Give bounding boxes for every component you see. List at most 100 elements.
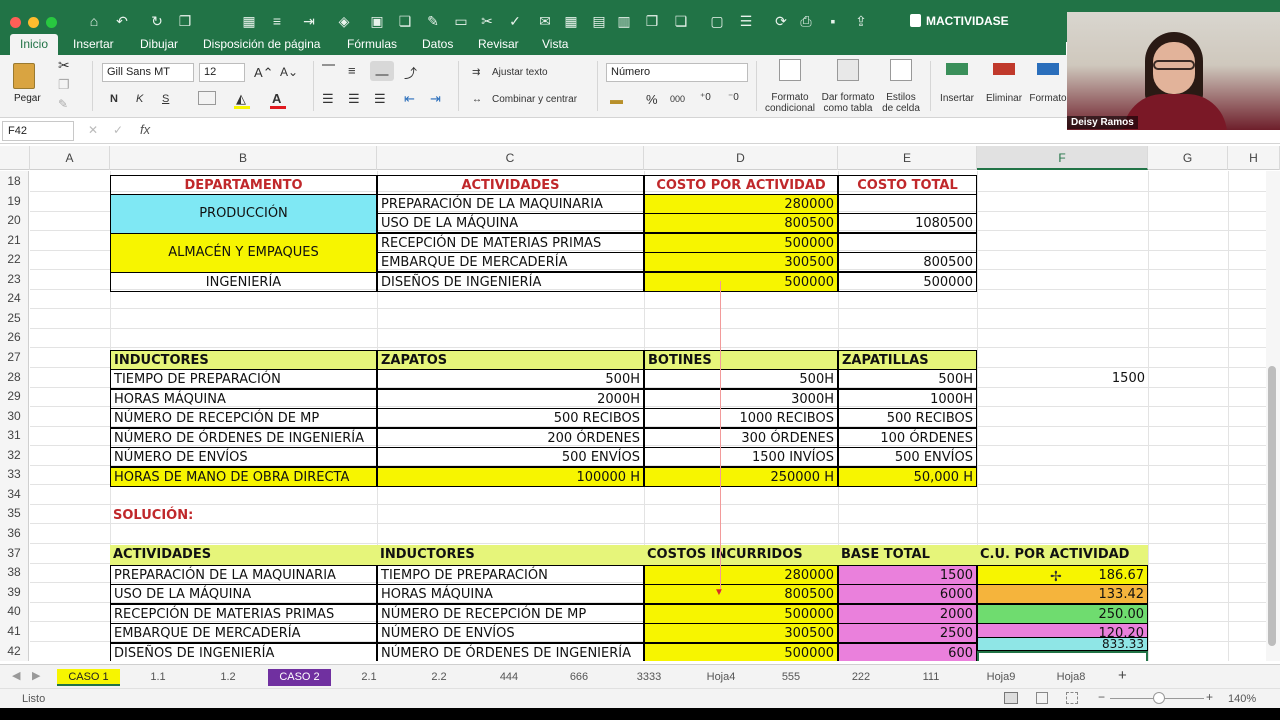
table1-header-costo-total[interactable]: COSTO TOTAL: [838, 175, 977, 195]
italic-button[interactable]: K: [136, 93, 143, 105]
table2-zapatos[interactable]: 100000 H: [377, 467, 644, 487]
table2-inductor[interactable]: HORAS DE MANO DE OBRA DIRECTA: [110, 467, 377, 487]
paste-special-icon[interactable]: ❏: [672, 12, 690, 30]
brush-icon[interactable]: ✎: [424, 12, 442, 30]
table3-activity[interactable]: EMBARQUE DE MERCADERÍA: [110, 623, 377, 643]
add-sheet-button[interactable]: +: [1118, 667, 1127, 684]
select-all-corner[interactable]: [0, 146, 30, 170]
copy-icon[interactable]: ❐: [58, 77, 70, 93]
font-name-select[interactable]: Gill Sans MT: [102, 63, 194, 82]
percent-button[interactable]: %: [646, 92, 658, 107]
column-header-h[interactable]: H: [1228, 146, 1280, 170]
format-painter-icon[interactable]: ✎: [58, 97, 68, 111]
solution-label[interactable]: SOLUCIÓN:: [110, 506, 377, 526]
row-header-28[interactable]: 28: [0, 367, 29, 387]
sheet-tab-666[interactable]: 666: [551, 669, 607, 686]
table2-header-zapatos[interactable]: ZAPATOS: [377, 350, 644, 370]
row-header-20[interactable]: 20: [0, 211, 29, 230]
orientation-icon[interactable]: ⤴: [404, 63, 417, 82]
table1-activity[interactable]: EMBARQUE DE MERCADERÍA: [377, 252, 644, 272]
format-as-table-button[interactable]: Dar formato como tabla: [820, 59, 876, 114]
copy-icon[interactable]: ❐: [176, 12, 194, 30]
table2-zapatillas[interactable]: 500 ENVÍOS: [838, 447, 977, 467]
function-icon[interactable]: fx: [140, 122, 150, 137]
row-header-40[interactable]: 40: [0, 602, 29, 621]
column-header-f[interactable]: F: [977, 146, 1148, 170]
row-header-25[interactable]: 25: [0, 308, 29, 328]
table3-driver[interactable]: TIEMPO DE PREPARACIÓN: [377, 565, 644, 585]
table1-dept-almacen[interactable]: ALMACÉN Y EMPAQUES: [110, 233, 377, 273]
vertical-scroll-thumb[interactable]: [1268, 366, 1276, 646]
table2-zapatos[interactable]: 500 RECIBOS: [377, 408, 644, 428]
selected-cell-f42[interactable]: [977, 651, 1148, 661]
sheet-tab-222[interactable]: 222: [833, 669, 889, 686]
row-header-37[interactable]: 37: [0, 543, 29, 563]
table3-unit-cost[interactable]: 186.67: [977, 565, 1148, 585]
table1-cost[interactable]: 300500: [644, 252, 838, 272]
table1-header-costo-actividad[interactable]: COSTO POR ACTIVIDAD: [644, 175, 838, 195]
merge-center-icon[interactable]: ↔: [472, 94, 482, 105]
table1-cost[interactable]: 500000: [644, 233, 838, 253]
sheet-tab-1-1[interactable]: 1.1: [130, 669, 186, 686]
table3-driver[interactable]: NÚMERO DE RECEPCIÓN DE MP: [377, 604, 644, 624]
grid-icon[interactable]: ▦: [562, 12, 580, 30]
wrap-text-button[interactable]: Ajustar texto: [492, 67, 548, 78]
column-header-c[interactable]: C: [377, 146, 644, 170]
align-top-icon[interactable]: ⎺: [322, 63, 335, 79]
table1-activity[interactable]: PREPARACIÓN DE LA MAQUINARIA: [377, 194, 644, 214]
column-header-b[interactable]: B: [110, 146, 377, 170]
table3-driver[interactable]: HORAS MÁQUINA: [377, 584, 644, 604]
row-header-21[interactable]: 21: [0, 230, 29, 250]
tab-dibujar[interactable]: Dibujar: [140, 37, 178, 51]
row-header-34[interactable]: 34: [0, 484, 29, 504]
zoom-level[interactable]: 140%: [1228, 693, 1256, 705]
table1-total[interactable]: [838, 233, 977, 253]
cell-styles-button[interactable]: Estilos de celda: [878, 59, 924, 114]
align-bottom-icon[interactable]: ⎽: [370, 61, 394, 81]
table3-unit-cost[interactable]: 250.00: [977, 604, 1148, 624]
column-header-g[interactable]: G: [1148, 146, 1228, 170]
table2-botines[interactable]: 1500 INVÍOS: [644, 447, 838, 467]
table3-base[interactable]: 6000: [838, 584, 977, 604]
table2-botines[interactable]: 250000 H: [644, 467, 838, 487]
thousands-button[interactable]: 000: [670, 94, 685, 104]
cut-icon[interactable]: ✂: [58, 57, 70, 74]
sheet-tab-hoja8[interactable]: Hoja8: [1043, 669, 1099, 686]
list-icon[interactable]: ☰: [737, 12, 755, 30]
indent-icon[interactable]: ⇥: [300, 12, 318, 30]
table2-botines[interactable]: 3000H: [644, 389, 838, 409]
paste-icon[interactable]: ❏: [396, 12, 414, 30]
table3-base[interactable]: 1500: [838, 565, 977, 585]
bold-button[interactable]: N: [110, 93, 118, 105]
font-color-icon[interactable]: A: [272, 91, 281, 106]
table3-base[interactable]: 2500: [838, 623, 977, 643]
sheet-tab-555[interactable]: 555: [763, 669, 819, 686]
row-header-31[interactable]: 31: [0, 426, 29, 445]
column-header-a[interactable]: A: [30, 146, 110, 170]
table3-activity[interactable]: DISEÑOS DE INGENIERÍA: [110, 643, 377, 661]
decrease-decimal-icon[interactable]: ⁻0: [728, 92, 739, 103]
page-layout-view-icon[interactable]: [1036, 692, 1048, 704]
conditional-format-button[interactable]: Formato condicional: [764, 59, 816, 114]
table1-total[interactable]: 1080500: [838, 213, 977, 233]
tab-inicio[interactable]: Inicio: [10, 34, 59, 55]
table3-driver[interactable]: NÚMERO DE ÓRDENES DE INGENIERÍA: [377, 643, 644, 661]
row-header-24[interactable]: 24: [0, 289, 29, 308]
table2-inductor[interactable]: NÚMERO DE ENVÍOS: [110, 447, 377, 467]
currency-icon[interactable]: ▬: [610, 92, 623, 107]
table2-botines[interactable]: 300 ÓRDENES: [644, 428, 838, 448]
redo-icon[interactable]: ↻: [148, 12, 166, 30]
table3-cost[interactable]: 500000: [644, 643, 838, 661]
zoom-out-button[interactable]: −: [1098, 690, 1105, 704]
sheet-tab-hoja4[interactable]: Hoja4: [691, 669, 751, 686]
table2-header-botines[interactable]: BOTINES: [644, 350, 838, 370]
table2-zapatillas[interactable]: 1000H: [838, 389, 977, 409]
print-icon[interactable]: ⎙: [797, 12, 815, 30]
row-header-19[interactable]: 19: [0, 191, 29, 211]
vertical-scrollbar[interactable]: [1266, 171, 1280, 661]
form-icon[interactable]: ▢: [708, 12, 726, 30]
tab-disposicion[interactable]: Disposición de página: [203, 37, 320, 51]
table1-cost[interactable]: 500000: [644, 272, 838, 292]
sheet-tab-1-2[interactable]: 1.2: [200, 669, 256, 686]
sheet-tab-444[interactable]: 444: [481, 669, 537, 686]
